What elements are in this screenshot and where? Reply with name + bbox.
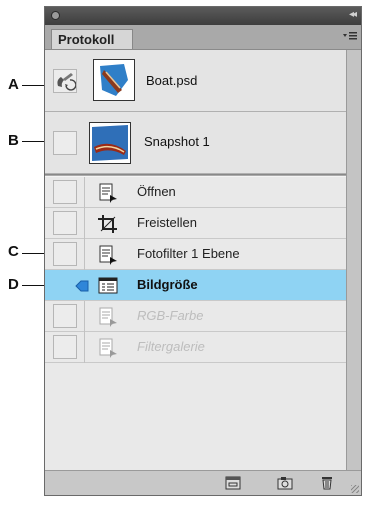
snapshot-label: Boat.psd [146, 73, 198, 88]
callout-d: D [8, 276, 19, 293]
column-divider [84, 332, 85, 363]
history-brush-source-box[interactable] [53, 180, 77, 204]
history-state-row-undone[interactable]: Filtergalerie [45, 332, 346, 363]
history-brush-source-box[interactable] [53, 335, 77, 359]
history-state-label: Bildgröße [137, 277, 198, 292]
dialog-state-icon [98, 277, 118, 294]
history-state-label: Filtergalerie [137, 339, 205, 354]
history-state-icon [99, 338, 117, 358]
history-panel: ◂◂ Protokoll Boat.psd Snapshot 1 Öffnen … [44, 6, 362, 496]
snapshot-row[interactable]: Snapshot 1 [45, 112, 346, 174]
column-divider [84, 301, 85, 332]
history-brush-source-box[interactable] [53, 273, 77, 297]
crop-icon [98, 215, 117, 233]
callout-a: A [8, 76, 19, 93]
panel-footer [45, 470, 361, 495]
column-divider [84, 239, 85, 270]
history-state-row[interactable]: Freistellen [45, 208, 346, 239]
snapshot-thumbnail [89, 122, 131, 164]
new-snapshot-icon[interactable] [277, 476, 293, 490]
history-state-label: Fotofilter 1 Ebene [137, 246, 240, 261]
panel-menu-icon[interactable] [343, 30, 357, 42]
history-brush-source-box[interactable] [53, 211, 77, 235]
resize-grip-icon[interactable] [351, 485, 359, 493]
history-state-icon [99, 183, 117, 203]
column-divider [84, 208, 85, 239]
history-brush-source-box[interactable] [53, 69, 77, 93]
history-state-label: Öffnen [137, 184, 176, 199]
panel-tab-row: Protokoll [45, 25, 361, 50]
snapshot-thumbnail [93, 59, 135, 101]
snapshot-label: Snapshot 1 [144, 134, 210, 149]
trash-icon[interactable] [319, 476, 335, 490]
history-state-row-undone[interactable]: RGB-Farbe [45, 301, 346, 332]
close-icon[interactable] [51, 11, 60, 20]
history-state-icon [99, 307, 117, 327]
history-state-row-selected[interactable]: Bildgröße [45, 270, 346, 301]
scrollbar[interactable] [346, 50, 361, 470]
snapshot-row-source[interactable]: Boat.psd [45, 50, 346, 112]
history-list: Boat.psd Snapshot 1 Öffnen Freistellen F… [45, 50, 346, 470]
panel-titlebar[interactable]: ◂◂ [45, 7, 361, 25]
callout-b: B [8, 132, 19, 149]
callout-c: C [8, 243, 19, 260]
new-document-from-state-icon[interactable] [225, 476, 241, 490]
history-brush-icon [57, 73, 77, 91]
history-state-row[interactable]: Fotofilter 1 Ebene [45, 239, 346, 270]
history-brush-source-box[interactable] [53, 304, 77, 328]
history-brush-source-box[interactable] [53, 131, 77, 155]
tab-history[interactable]: Protokoll [51, 29, 133, 49]
collapse-icon[interactable]: ◂◂ [349, 9, 357, 20]
column-divider [84, 177, 85, 208]
history-brush-source-box[interactable] [53, 242, 77, 266]
history-state-icon [99, 245, 117, 265]
history-state-row[interactable]: Öffnen [45, 177, 346, 208]
history-state-label: Freistellen [137, 215, 197, 230]
history-state-label: RGB-Farbe [137, 308, 204, 323]
history-state-slider-icon[interactable] [75, 279, 89, 293]
